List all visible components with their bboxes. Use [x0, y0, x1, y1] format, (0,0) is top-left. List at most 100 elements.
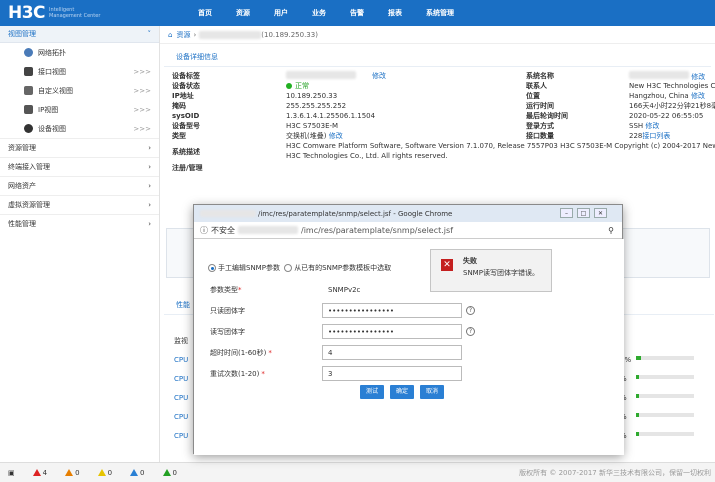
write-community-input[interactable]: •••••••••••••••• [322, 324, 462, 339]
nav-system[interactable]: 系统管理 [426, 8, 486, 18]
cpu-bar [636, 413, 639, 417]
expand-arrow-icon: >>> [133, 124, 151, 133]
topology-icon [24, 48, 33, 57]
home-icon[interactable]: ▣ [8, 469, 15, 477]
source-radio-group: 手工编辑SNMP参数 从已有的SNMP参数模板中选取 [208, 263, 391, 273]
popup-title: /imc/res/paratemplate/snmp/select.jsf - … [258, 209, 453, 218]
field-row: 重试次数(1-20) * [210, 370, 265, 378]
manual-radio[interactable]: 手工编辑SNMP参数 [208, 264, 280, 272]
maximize-icon[interactable]: □ [577, 208, 590, 218]
chevron-right-icon: › [148, 144, 151, 152]
device-info: 设备标签 修改 系统名称 修改 设备状态 正常 联系人 New H3C Technolog… [160, 67, 715, 187]
edit-label-link[interactable]: 修改 [372, 71, 386, 81]
chevron-right-icon: › [148, 163, 151, 171]
error-icon: ✕ [441, 259, 453, 271]
retry-input[interactable]: 3 [322, 366, 462, 381]
expand-arrow-icon: >>> [133, 67, 151, 76]
alarm-minor[interactable]: 0 [97, 469, 112, 477]
help-icon[interactable]: ? [466, 327, 475, 336]
logo-text: H3C [8, 3, 46, 23]
read-community-input[interactable]: •••••••••••••••• [322, 303, 462, 318]
breadcrumb: ⌂ 资源 › (10.189.250.33) [160, 26, 715, 44]
chevron-right-icon: › [148, 182, 151, 190]
sidebar-group-virtual[interactable]: 虚拟资源管理 › [0, 195, 159, 214]
alarm-major[interactable]: 0 [65, 469, 80, 477]
nav-service[interactable]: 业务 [312, 8, 350, 18]
minimize-icon[interactable]: – [560, 208, 573, 218]
cpu-bar [636, 432, 639, 436]
alarm-info[interactable]: 0 [162, 469, 177, 477]
sidebar-item-ip-view[interactable]: IP视图 >>> [0, 100, 159, 119]
top-bar: H3C Intelligent Management Center 首页 资源 用… [0, 0, 715, 26]
custom-view-icon [24, 86, 33, 95]
alarm-major-icon [65, 469, 74, 476]
cancel-button[interactable]: 取消 [420, 385, 444, 399]
copyright: 版权所有 © 2007-2017 新华三技术有限公司，保留一切权利 [519, 468, 711, 477]
sidebar-group-resource[interactable]: 资源管理 › [0, 138, 159, 157]
popup-titlebar[interactable]: /imc/res/paratemplate/snmp/select.jsf - … [194, 205, 622, 222]
edit-login-link[interactable]: 修改 [645, 122, 659, 130]
footer: ▣ 4 0 0 0 0 版权所有 © 2007-2017 新华三技术有限公司，保… [0, 462, 715, 482]
expand-arrow-icon: >>> [133, 86, 151, 95]
nav-resource[interactable]: 资源 [236, 8, 274, 18]
error-title: 失败 [463, 257, 477, 265]
search-icon[interactable]: ⚲ [608, 226, 614, 235]
radio-checked-icon [208, 264, 216, 272]
snmp-popup-window: /imc/res/paratemplate/snmp/select.jsf - … [193, 204, 624, 455]
field-row: 超时时间(1-60秒) * [210, 349, 272, 357]
chevron-right-icon: › [148, 201, 151, 209]
section-title: 设备详细信息 [164, 44, 711, 67]
test-button[interactable]: 测试 [360, 385, 384, 399]
address-bar[interactable]: ⓘ 不安全 /imc/res/paratemplate/snmp/select.… [194, 222, 622, 239]
cpu-bar [636, 375, 639, 379]
nav-report[interactable]: 报表 [388, 8, 426, 18]
timeout-input[interactable]: 4 [322, 345, 462, 360]
popup-url: /imc/res/paratemplate/snmp/select.jsf [301, 225, 454, 235]
nav-home[interactable]: 首页 [198, 8, 236, 18]
alarm-critical-icon [32, 469, 41, 476]
sidebar-item-custom-view[interactable]: 自定义视图 >>> [0, 81, 159, 100]
logo-subtitle: Intelligent Management Center [49, 7, 101, 19]
sidebar-group-assets[interactable]: 网络资产 › [0, 176, 159, 195]
ok-button[interactable]: 确定 [390, 385, 414, 399]
device-view-icon [24, 124, 33, 133]
status-badge: 正常 [286, 81, 309, 91]
interface-icon [24, 67, 33, 76]
info-icon: ⓘ [200, 225, 208, 235]
sidebar-group-terminal[interactable]: 终端接入管理 › [0, 157, 159, 176]
sidebar-item-device-view[interactable]: 设备视图 >>> [0, 119, 159, 138]
home-icon[interactable]: ⌂ [168, 31, 172, 39]
edit-sysname-link[interactable]: 修改 [691, 73, 705, 81]
main-nav: 首页 资源 用户 业务 告警 报表 系统管理 [198, 8, 486, 18]
sidebar: 视图管理 ˅ 网络拓扑 接口视图 >>> 自定义视图 >>> IP视图 >>> 设备视图… [0, 26, 160, 462]
sidebar-item-interface[interactable]: 接口视图 >>> [0, 62, 159, 81]
sidebar-group-performance[interactable]: 性能管理 › [0, 214, 159, 233]
sidebar-view-header[interactable]: 视图管理 ˅ [0, 26, 159, 43]
chevron-down-icon: ˅ [147, 30, 152, 38]
sidebar-item-topology[interactable]: 网络拓扑 [0, 43, 159, 62]
nav-user[interactable]: 用户 [274, 8, 312, 18]
field-row: 读写团体字 [210, 328, 245, 336]
nav-alarm[interactable]: 告警 [350, 8, 388, 18]
breadcrumb-resource[interactable]: 资源 [176, 30, 190, 40]
alarm-info-icon [162, 469, 171, 476]
template-radio[interactable]: 从已有的SNMP参数模板中选取 [284, 264, 391, 272]
alarm-critical[interactable]: 4 [32, 469, 47, 477]
system-description: H3C Comware Platform Software, Software … [286, 142, 715, 160]
field-row: 只读团体字 [210, 307, 245, 315]
insecure-label: 不安全 [211, 225, 235, 235]
blurred-device-name [199, 30, 262, 39]
edit-location-link[interactable]: 修改 [691, 92, 705, 100]
edit-type-link[interactable]: 修改 [329, 132, 343, 140]
expand-arrow-icon: >>> [133, 105, 151, 114]
close-icon[interactable]: ✕ [594, 208, 607, 218]
interface-list-link[interactable]: 接口列表 [642, 132, 670, 140]
help-icon[interactable]: ? [466, 306, 475, 315]
field-row: 参数类型 * [210, 286, 242, 294]
radio-unchecked-icon [284, 264, 293, 272]
alarm-warning[interactable]: 0 [130, 469, 145, 477]
error-tooltip: ✕ 失败 SNMP读写团体字错误。 [430, 249, 552, 292]
alarm-warning-icon [130, 469, 139, 476]
alarm-minor-icon [97, 469, 106, 476]
perf-header: 监视 [174, 337, 188, 345]
